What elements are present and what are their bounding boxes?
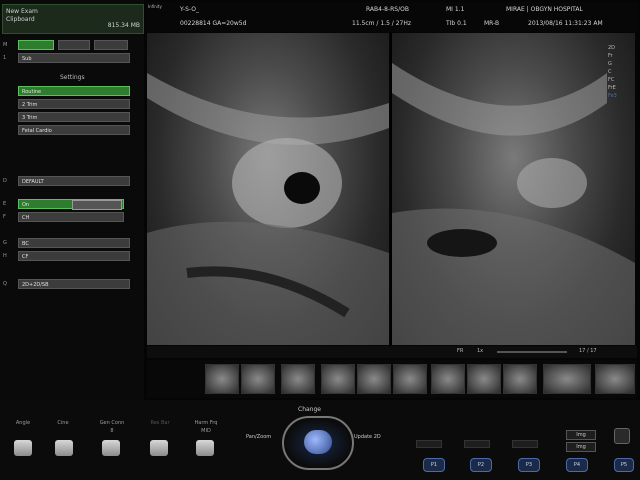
knob-label-res-bar: Res Bar <box>150 420 170 426</box>
left-control-panel: New Exam Clipboard 815.34 MB M 1 Sub Set… <box>0 0 144 400</box>
thumbnail[interactable] <box>205 364 239 394</box>
default-button[interactable]: DEFAULT <box>18 176 130 186</box>
trackball[interactable] <box>304 430 332 454</box>
mr-value: MR-B <box>484 20 500 27</box>
img-button-1[interactable]: Img <box>566 430 596 440</box>
probe-preset: RAB4-8-RS/OB <box>366 6 409 13</box>
hospital-name: MIRAE | OBGYN HOSPITAL <box>506 6 583 13</box>
depth-freq: 11.5cm / 1.5 / 27Hz <box>352 20 412 27</box>
settings-heading: Settings <box>60 74 85 81</box>
index-m: M <box>3 42 8 48</box>
angle-knob[interactable] <box>14 440 32 456</box>
thumbnail[interactable] <box>241 364 275 394</box>
thumbnail[interactable] <box>467 364 501 394</box>
p3-button[interactable]: P3 <box>518 458 540 472</box>
index-h: H <box>3 253 7 259</box>
thumbnail[interactable] <box>431 364 465 394</box>
index-g: G <box>3 240 7 246</box>
index-1: 1 <box>3 55 7 61</box>
preset-3-trim[interactable]: 3 Trim <box>18 112 130 122</box>
brand-logo: Infinity <box>148 4 162 9</box>
thumbnail[interactable] <box>281 364 315 394</box>
mini-status-row <box>416 440 566 448</box>
knob-label-harm-frq: Harm Frq <box>194 420 218 426</box>
patient-id-ga: 00228814 GA=20w5d <box>180 20 247 27</box>
thumbnail[interactable] <box>543 364 591 394</box>
gen-conn-knob[interactable] <box>102 440 120 456</box>
res-bar-knob[interactable] <box>150 440 168 456</box>
index-e: E <box>3 201 7 207</box>
thumbnail[interactable] <box>321 364 355 394</box>
preset-2-trim[interactable]: 2 Trim <box>18 99 130 109</box>
knob-label-angle: Angle <box>15 420 31 426</box>
knob-value-harm-frq: MID <box>201 428 211 434</box>
cf-button[interactable]: CF <box>18 251 130 261</box>
index-f: F <box>3 214 6 220</box>
scan-left-shapes <box>147 73 389 345</box>
image-divider <box>390 33 392 345</box>
mode-toggle-button[interactable] <box>18 40 54 50</box>
trackball-ring[interactable] <box>282 416 354 470</box>
p1-button[interactable]: P1 <box>423 458 445 472</box>
mode-button-2[interactable] <box>58 40 90 50</box>
status-clipboard: Clipboard <box>6 16 35 23</box>
scan-right-shapes <box>392 63 635 345</box>
status-new-exam: New Exam <box>6 8 38 15</box>
preset-fetal-cardio[interactable]: Fetal Cardio <box>18 125 130 135</box>
cine-speed: 1x <box>477 348 484 354</box>
p4-button[interactable]: P4 <box>566 458 588 472</box>
harm-frq-knob[interactable] <box>196 440 214 456</box>
thumbnail[interactable] <box>393 364 427 394</box>
thumbnail[interactable] <box>357 364 391 394</box>
preset-routine[interactable]: Routine <box>18 86 130 96</box>
mini-status <box>464 440 490 448</box>
ultrasound-image-left[interactable] <box>147 33 389 345</box>
param-g: G <box>608 61 612 67</box>
mini-status <box>512 440 538 448</box>
update-2d-label: Update 2D <box>354 434 381 440</box>
mini-status <box>416 440 442 448</box>
knob-label-cine: Cine <box>57 420 69 426</box>
mi-value: MI 1.1 <box>446 6 465 13</box>
knob-value-gen-conn: 8 <box>110 428 114 434</box>
thumbnail[interactable] <box>595 364 635 394</box>
thumbnail[interactable] <box>503 364 537 394</box>
index-d: D <box>3 178 7 184</box>
sub-dropdown[interactable]: Sub <box>18 53 130 63</box>
cine-bar: FR 1x 17 / 17 <box>147 346 637 358</box>
ch-button[interactable]: CH <box>18 212 124 222</box>
param-2d: 2D <box>608 45 616 51</box>
thumbnail-strip <box>147 360 637 398</box>
param-fc: FC <box>608 77 615 83</box>
param-fre: FrE <box>608 85 616 91</box>
ultrasound-image-right[interactable] <box>392 33 635 345</box>
cine-frame-count: 17 / 17 <box>579 348 597 354</box>
bc-button[interactable]: BC <box>18 238 130 248</box>
bottom-control-bar: Angle Cine Gen Conn 8 Res Bar Harm Frq M… <box>0 400 640 480</box>
tib-value: TIb 0.1 <box>446 20 467 27</box>
info-bar: Infinity Y-S-O_ 00228814 GA=20w5d RAB4-8… <box>146 2 638 32</box>
corner-button[interactable] <box>614 428 630 444</box>
param-list: 2D Fr G C FC FrE Fe3 <box>608 44 636 100</box>
index-q: Q <box>3 281 7 287</box>
param-fr: Fr <box>608 53 613 59</box>
level-slider[interactable] <box>72 200 122 210</box>
p2-button[interactable]: P2 <box>470 458 492 472</box>
patient-name: Y-S-O_ <box>180 6 199 13</box>
storage-size: 815.34 MB <box>107 22 140 29</box>
cine-slider[interactable] <box>497 351 567 353</box>
knob-label-gen-conn: Gen Conn <box>99 420 125 426</box>
param-c: C <box>608 69 612 75</box>
param-fe3: Fe3 <box>608 93 617 99</box>
dual-mode-button[interactable]: 2D+2D/SB <box>18 279 130 289</box>
mode-button-3[interactable] <box>94 40 128 50</box>
p5-button[interactable]: P5 <box>614 458 634 472</box>
img-button-2[interactable]: Img <box>566 442 596 452</box>
cine-fr-label: FR <box>457 348 464 354</box>
cine-knob[interactable] <box>55 440 73 456</box>
change-label: Change <box>298 406 321 413</box>
exam-status-box: New Exam Clipboard 815.34 MB <box>2 4 144 34</box>
date-time: 2013/08/16 11:31:23 AM <box>528 20 603 27</box>
pan-zoom-label: Pan/Zoom <box>246 434 272 440</box>
